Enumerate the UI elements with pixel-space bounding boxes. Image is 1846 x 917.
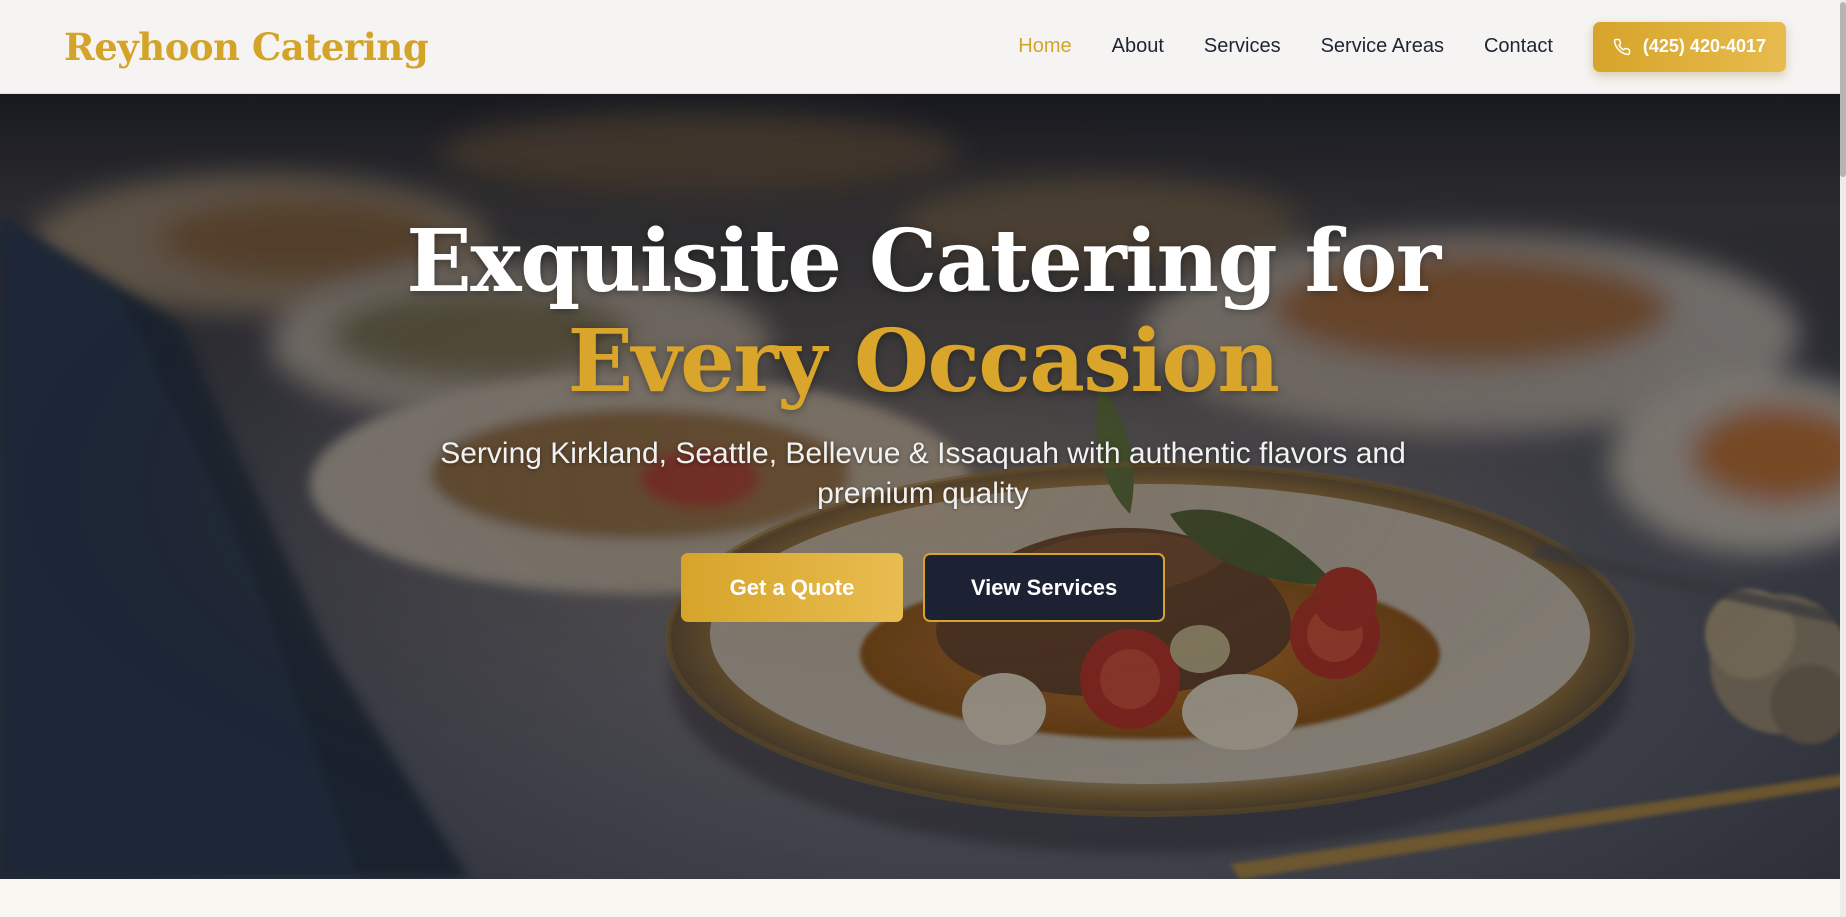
nav-item-services[interactable]: Services	[1204, 35, 1281, 58]
get-quote-button[interactable]: Get a Quote	[681, 553, 903, 622]
nav-item-service-areas[interactable]: Service Areas	[1321, 35, 1444, 58]
next-section-top	[0, 879, 1846, 917]
nav-item-home[interactable]: Home	[1018, 35, 1071, 58]
hero-headline-accent: Every Occasion	[567, 311, 1280, 412]
hero-headline: Exquisite Catering for Every Occasion	[0, 212, 1846, 412]
page-scrollbar[interactable]	[1840, 0, 1846, 917]
brand-logo[interactable]: Reyhoon Catering	[64, 25, 429, 69]
hero-subheadline: Serving Kirkland, Seattle, Bellevue & Is…	[0, 434, 1846, 514]
phone-number: (425) 420-4017	[1642, 36, 1766, 56]
scrollbar-thumb[interactable]	[1840, 2, 1846, 177]
phone-button[interactable]: (425) 420-4017	[1592, 21, 1786, 72]
hero-cta-row: Get a Quote View Services	[0, 553, 1846, 622]
hero-headline-line1: Exquisite Catering for	[406, 211, 1441, 312]
hero-subheadline-line1: Serving Kirkland, Seattle, Bellevue & Is…	[440, 437, 1406, 470]
nav-item-about[interactable]: About	[1112, 35, 1164, 58]
view-services-button[interactable]: View Services	[923, 553, 1165, 622]
nav-right: Home About Services Service Areas Contac…	[1018, 21, 1786, 72]
phone-icon	[1613, 38, 1631, 56]
main-nav: Home About Services Service Areas Contac…	[1018, 35, 1553, 58]
hero-subheadline-line2: premium quality	[817, 477, 1029, 510]
hero-section: Exquisite Catering for Every Occasion Se…	[0, 94, 1846, 879]
nav-item-contact[interactable]: Contact	[1484, 35, 1553, 58]
site-header: Reyhoon Catering Home About Services Ser…	[0, 0, 1846, 94]
